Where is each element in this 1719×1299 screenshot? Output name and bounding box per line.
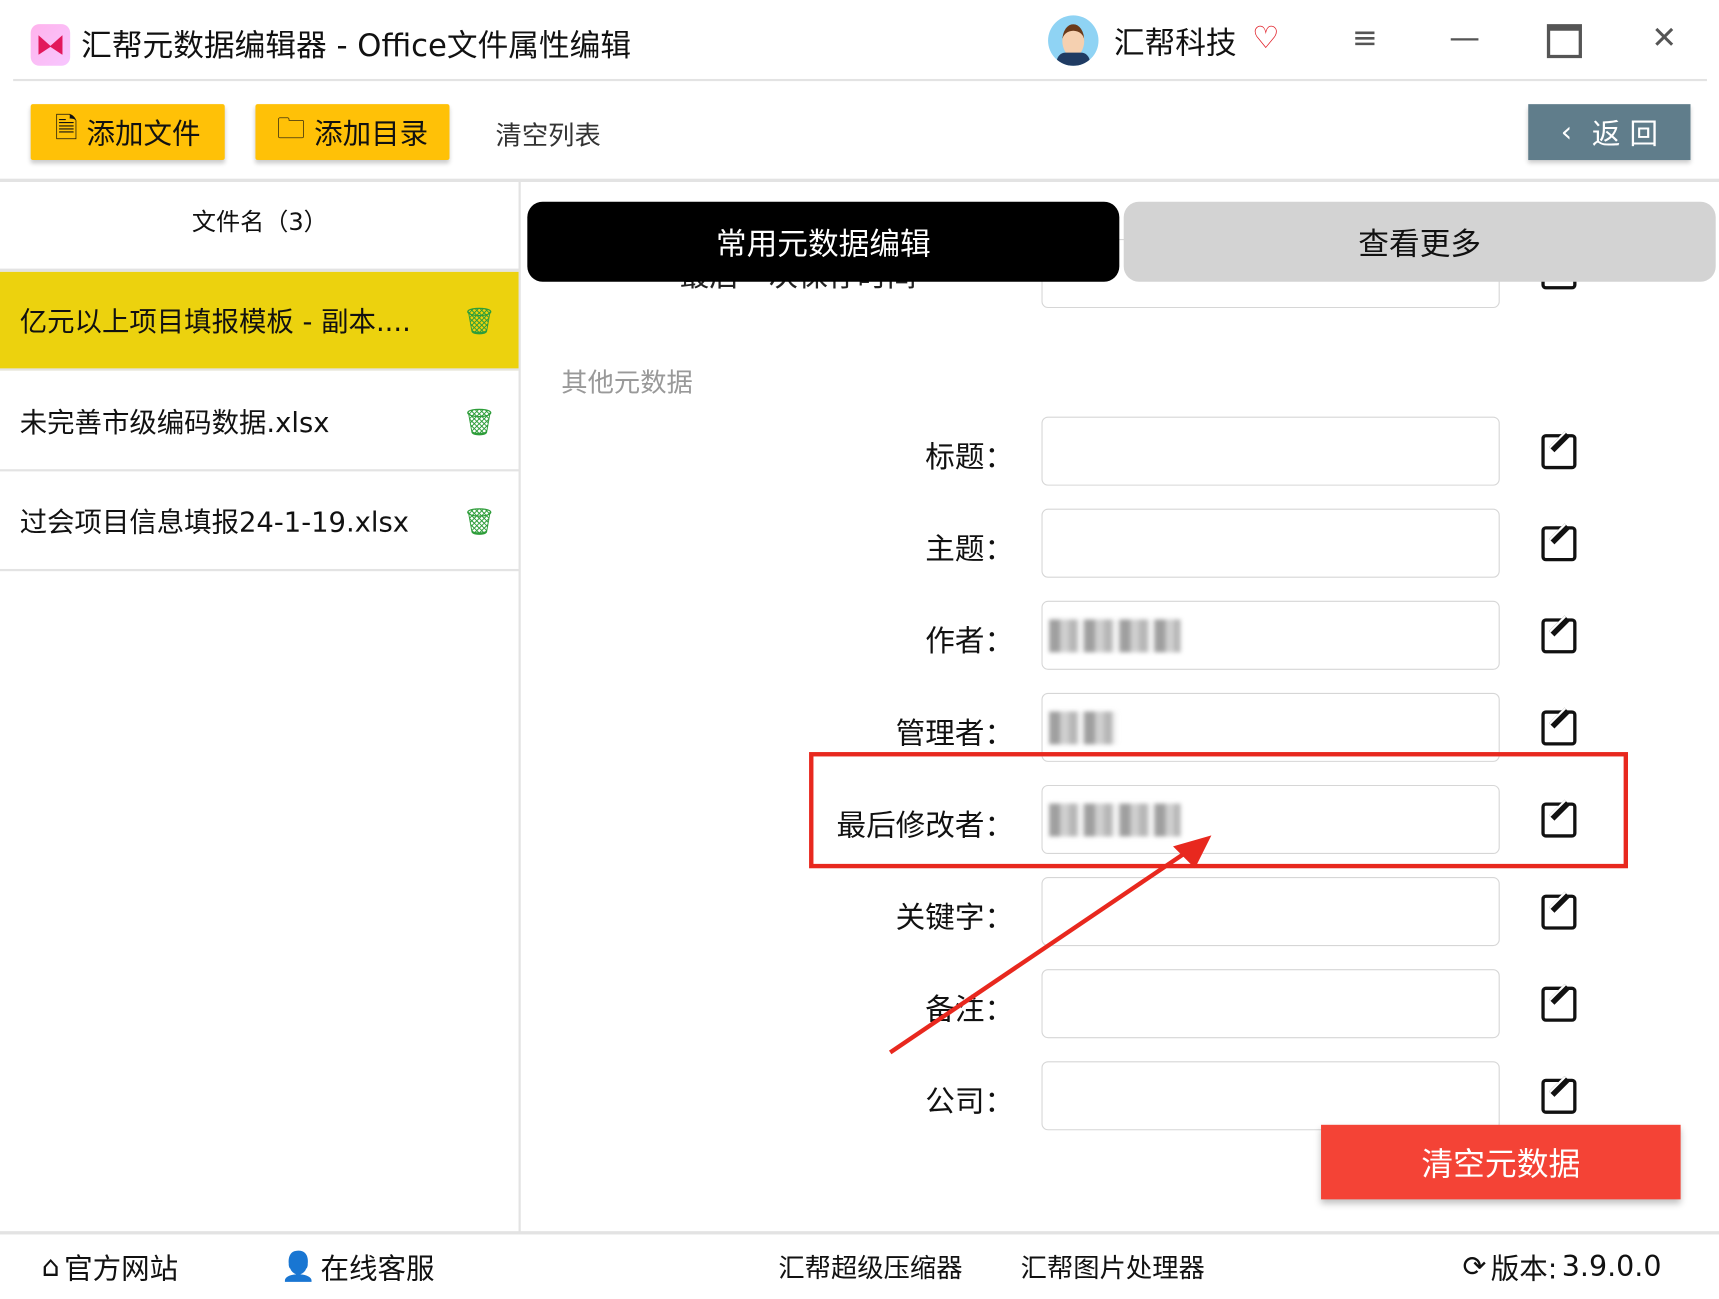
field-label: 标题： [925,440,1015,475]
trash-icon[interactable]: 🗑 [463,306,496,337]
title-bar: 汇帮元数据编辑器 - Office文件属性编辑 汇帮科技 ♡ ≡ — ✕ [0,0,1719,81]
edit-icon[interactable] [1541,618,1577,654]
section-title: 其他元数据 [561,367,693,398]
version-info[interactable]: ⟳ 版本: 3.9.0.0 [1462,1246,1661,1287]
file-name: 过会项目信息填报24-1-19.xlsx [19,506,410,539]
clear-metadata-button[interactable]: 清空元数据 [1321,1124,1681,1200]
add-file-button[interactable]: 🗎 添加文件 [30,104,225,161]
redacted-value [1049,619,1181,653]
edit-icon[interactable] [1541,710,1577,746]
compressor-link[interactable]: 汇帮超级压缩器 [778,1246,962,1284]
trash-icon[interactable]: 🗑 [463,506,496,537]
divider [518,181,521,1233]
add-folder-label: 添加目录 [314,118,429,152]
back-button[interactable]: ‹ 返 回 [1528,104,1691,161]
refresh-icon: ⟳ [1462,1250,1487,1284]
file-list-item[interactable]: 亿元以上项目填报模板 - 副本.... 🗑 [0,271,520,371]
app-logo-icon [30,24,71,66]
add-file-label: 添加文件 [86,118,201,152]
field-label: 作者： [925,624,1015,659]
field-label: 公司： [925,1085,1015,1120]
trash-icon[interactable]: 🗑 [463,407,496,438]
field-label: 主题： [925,532,1015,567]
maximize-icon[interactable] [1542,20,1586,66]
file-add-icon: 🗎 [54,112,78,146]
home-icon: ⌂ [41,1250,60,1284]
company-name[interactable]: 汇帮科技 [1114,20,1237,64]
annotation-arrow [888,835,1212,1055]
file-list-header: 文件名（3） [191,209,328,237]
field-input[interactable] [1041,600,1500,670]
image-tool-link[interactable]: 汇帮图片处理器 [1021,1246,1205,1284]
app-title: 汇帮元数据编辑器 - Office文件属性编辑 [81,27,632,64]
field-label: 管理者： [895,716,1015,751]
add-folder-button[interactable]: 🗀 添加目录 [255,104,450,161]
website-link[interactable]: ⌂ 官方网站 [42,1246,179,1287]
close-icon[interactable]: ✕ [1642,20,1686,56]
field-input[interactable] [1041,416,1500,486]
edit-icon[interactable] [1541,894,1577,930]
file-name: 未完善市级编码数据.xlsx [19,406,330,439]
folder-add-icon: 🗀 [276,112,306,146]
back-label: 返 回 [1591,118,1658,152]
chevron-left-icon: ‹ [1560,115,1573,149]
file-list-item[interactable]: 过会项目信息填报24-1-19.xlsx 🗑 [0,473,520,572]
divider [0,1231,1719,1235]
clear-list-button[interactable]: 清空列表 [496,114,601,152]
support-link[interactable]: 👤 在线客服 [281,1246,435,1287]
tab-common-metadata[interactable]: 常用元数据编辑 [527,201,1120,282]
version-label: 版本: [1490,1253,1558,1286]
vip-heart-icon[interactable]: ♡ [1252,20,1280,56]
edit-icon[interactable] [1541,986,1577,1022]
field-input[interactable] [1041,508,1500,578]
website-label: 官方网站 [64,1253,179,1286]
divider [13,78,1707,82]
menu-icon[interactable]: ≡ [1343,20,1387,56]
edit-icon[interactable] [1541,1078,1577,1114]
support-label: 在线客服 [320,1253,435,1286]
edit-icon[interactable] [1541,434,1577,470]
file-list-item[interactable]: 未完善市级编码数据.xlsx 🗑 [0,373,520,472]
avatar[interactable] [1048,15,1099,66]
user-icon: 👤 [280,1250,317,1284]
minimize-icon[interactable]: — [1443,20,1487,56]
tab-view-more[interactable]: 查看更多 [1123,201,1716,282]
version-value: 3.9.0.0 [1561,1250,1662,1284]
edit-icon[interactable] [1541,526,1577,562]
redacted-value [1049,711,1118,745]
file-name: 亿元以上项目填报模板 - 副本.... [19,305,411,338]
field-input[interactable] [1041,1061,1500,1131]
